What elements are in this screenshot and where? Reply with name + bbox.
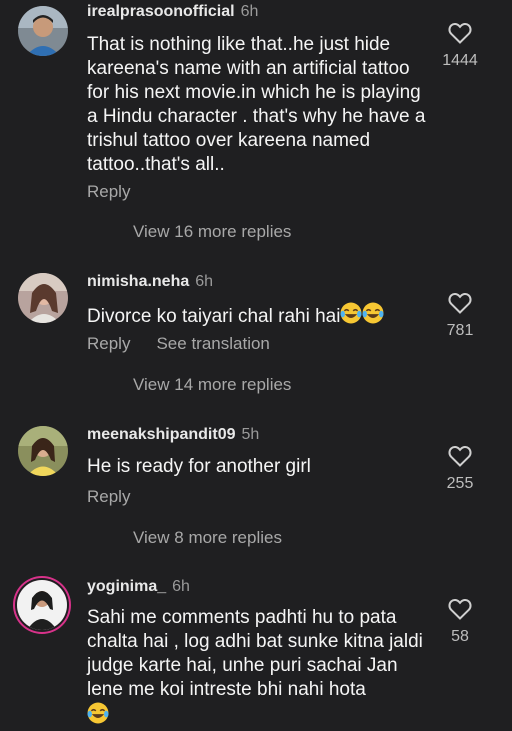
- comment-time: 6h: [240, 3, 259, 20]
- view-replies-button[interactable]: View 14 more replies: [133, 375, 291, 395]
- comment-actions: Reply: [87, 182, 130, 202]
- like-count: 58: [451, 628, 469, 645]
- comment-text: That is nothing like that..he just hide …: [87, 34, 426, 175]
- avatar-with-story-ring[interactable]: [17, 580, 67, 630]
- comment: yoginima_ 6h Sahi me comments padhti hu t…: [0, 570, 512, 731]
- comment-username[interactable]: irealprasoonofficial 6h: [87, 3, 258, 21]
- reply-button[interactable]: Reply: [87, 334, 130, 353]
- reply-button[interactable]: Reply: [87, 487, 130, 506]
- like-count: 255: [446, 475, 474, 492]
- like-control: 1444: [430, 22, 490, 70]
- like-control: 255: [430, 445, 490, 493]
- heart-outline-icon[interactable]: [448, 598, 472, 620]
- like-count: 781: [446, 322, 474, 339]
- comment-time: 6h: [195, 273, 214, 290]
- view-replies-button[interactable]: View 16 more replies: [133, 222, 291, 242]
- avatar[interactable]: [18, 273, 68, 323]
- comment-text: Sahi me comments padhti hu to pata chalt…: [87, 606, 432, 729]
- heart-outline-icon[interactable]: [448, 292, 472, 314]
- comment-time: 5h: [241, 426, 260, 443]
- comment: irealprasoonofficial 6h That is nothing l…: [0, 0, 512, 260]
- reply-button[interactable]: Reply: [87, 182, 130, 201]
- see-translation-button[interactable]: See translation: [156, 334, 269, 353]
- laughing-tears-emoji: [341, 302, 362, 324]
- like-count: 1444: [442, 52, 478, 69]
- like-control: 781: [430, 292, 490, 340]
- heart-outline-icon[interactable]: [448, 22, 472, 44]
- avatar[interactable]: [18, 6, 68, 56]
- laughing-tears-emoji: [87, 702, 109, 724]
- comment-username[interactable]: nimisha.neha 6h: [87, 273, 213, 291]
- like-control: 58: [430, 598, 490, 646]
- view-replies-button[interactable]: View 8 more replies: [133, 528, 282, 548]
- heart-outline-icon[interactable]: [448, 445, 472, 467]
- comment-username[interactable]: meenakshipandit09 5h: [87, 426, 259, 444]
- comment-username[interactable]: yoginima_ 6h: [87, 578, 190, 596]
- comment-actions: Reply: [87, 487, 130, 507]
- comment-time: 6h: [172, 578, 190, 595]
- laughing-tears-emoji: [363, 302, 384, 324]
- comment-text: He is ready for another girl: [87, 456, 311, 477]
- comment-text: Divorce ko taiyari chal rahi hai: [87, 302, 447, 329]
- comment-actions: Reply See translation: [87, 334, 270, 354]
- comment: meenakshipandit09 5h He is ready for anot…: [0, 418, 512, 558]
- comment: nimisha.neha 6h Divorce ko taiyari chal r…: [0, 265, 512, 405]
- avatar[interactable]: [18, 426, 68, 476]
